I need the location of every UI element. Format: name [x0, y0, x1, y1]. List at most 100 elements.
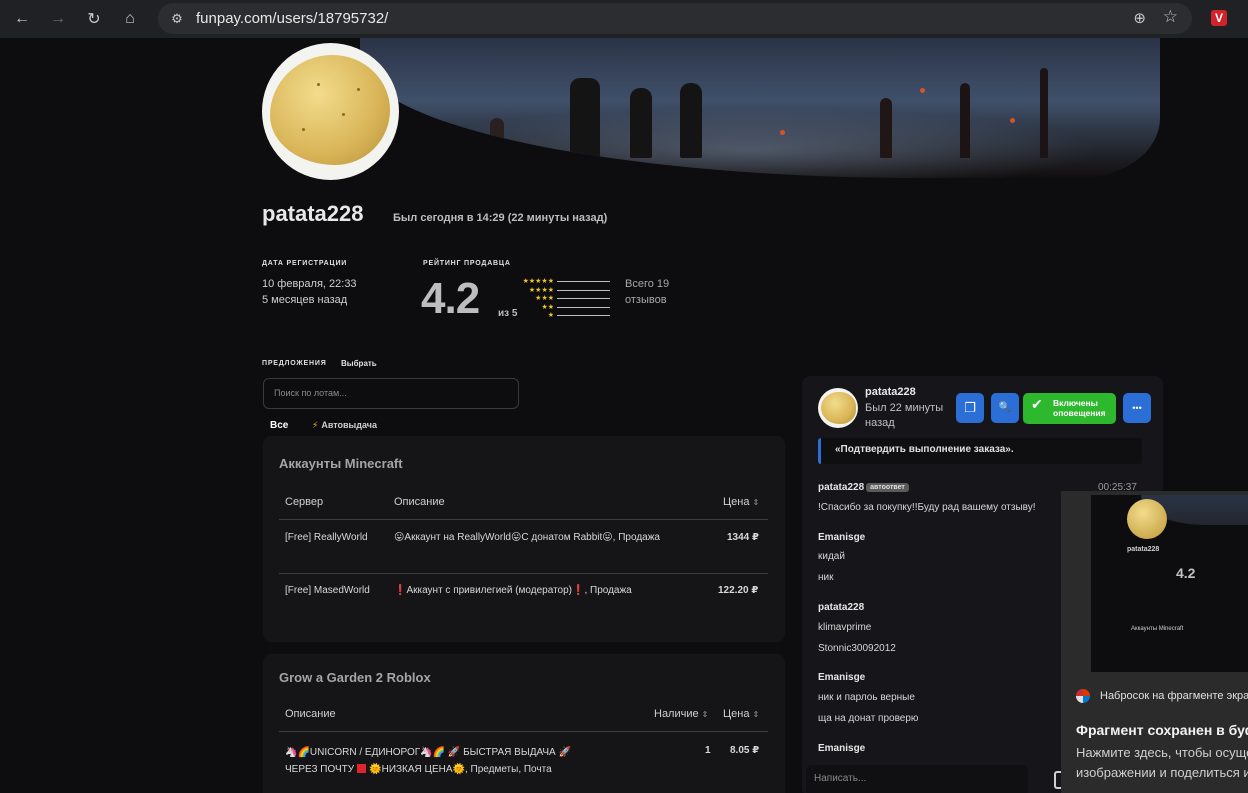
chat-status: Был 22 минуты назад — [865, 402, 944, 429]
rating-bar — [557, 306, 610, 308]
profile-page: patata228 Был сегодня в 14:29 (22 минуты… — [0, 38, 1248, 793]
section-title: Аккаунты Minecraft — [279, 456, 403, 471]
message-text: ник и парлоь верные — [818, 692, 915, 703]
zoom-icon[interactable]: ⊕ — [1133, 9, 1146, 27]
choose-link[interactable]: Выбрать — [341, 359, 377, 368]
sort-icon: ⇕ — [752, 710, 760, 719]
col-stock-header[interactable]: Наличие ⇕ — [654, 708, 708, 720]
copy-button[interactable]: ❐ — [956, 393, 984, 423]
search-icon: 🔍 — [998, 402, 1012, 413]
row-description-line1: 🦄🌈UNICORN / ЕДИНОРОГ🦄🌈 🚀 БЫСТРАЯ ВЫДАЧА … — [285, 747, 571, 758]
search-chat-button[interactable]: 🔍 — [991, 393, 1019, 423]
exclamation-icon: ❗ — [394, 585, 407, 596]
check-icon: ✔ — [1031, 396, 1043, 412]
potato-image — [270, 55, 390, 165]
message-author: patata228 — [818, 602, 865, 613]
rating-stars: ★★★★★ ★★★★ ★★★ ★★ ★ — [506, 278, 554, 321]
notif-line1: Включены — [1053, 398, 1098, 408]
red-square-icon — [357, 764, 367, 773]
reg-date-value: 10 февраля, 22:33 — [262, 278, 357, 290]
toast-body-line1: Нажмите здесь, чтобы осуществить разметк… — [1076, 745, 1248, 760]
more-icon: ••• — [1132, 403, 1142, 413]
address-bar[interactable]: ⚙ funpay.com/users/18795732/ ⊕ ☆ — [158, 3, 1192, 34]
stars-3-icon: ★★★ — [535, 295, 554, 303]
rating-bar — [557, 315, 610, 317]
toast-body-line2: изображении и поделиться им — [1076, 765, 1248, 780]
grow-a-garden-section: Grow a Garden 2 Roblox Описание Наличие ⇕… — [263, 654, 785, 793]
banner-figure — [960, 83, 970, 158]
stars-1-icon: ★ — [547, 312, 554, 320]
last-seen-text: Был сегодня в 14:29 (22 минуты назад) — [393, 212, 608, 224]
row-price: 1344 ₽ — [727, 532, 759, 543]
col-price-header[interactable]: Цена ⇕ — [723, 708, 759, 720]
chat-username[interactable]: patata228 — [865, 386, 916, 398]
row-description-line2: ЧЕРЕЗ ПОЧТУ 🌞НИЗКАЯ ЦЕНА🌞, Предметы, Почт… — [285, 761, 571, 778]
row-description-text: Аккаунт с привилегией (модератор) — [406, 585, 572, 596]
thumb-avatar — [1127, 499, 1167, 539]
row-price: 8.05 ₽ — [730, 745, 760, 756]
reload-icon[interactable]: ↻ — [76, 1, 112, 37]
row-description: ❗Аккаунт с привилегией (модератор)❗, Про… — [394, 585, 632, 596]
banner-ember — [920, 88, 925, 93]
filter-autodelivery-tab[interactable]: ⚡ Автовыдача — [312, 420, 377, 431]
banner-glow — [400, 108, 1100, 178]
chat-message-input[interactable]: Написать... — [806, 765, 1028, 793]
reviews-total: Всего 19 — [625, 278, 670, 290]
autoreply-badge: автоответ — [866, 483, 909, 492]
table-divider — [279, 519, 768, 520]
row-server: [Free] ReallyWorld — [285, 532, 368, 543]
filter-all-tab[interactable]: Все — [270, 420, 288, 431]
message-text: ник — [818, 572, 834, 583]
table-divider — [279, 573, 768, 574]
row-description-line2b: 🌞НИЗКАЯ ЦЕНА🌞, Предметы, Почта — [369, 764, 552, 775]
banner-figure — [680, 83, 702, 158]
message-text: Stonnic30092012 — [818, 643, 896, 654]
home-icon[interactable]: ⌂ — [112, 1, 148, 37]
back-icon[interactable]: ← — [4, 1, 40, 37]
url-text[interactable]: funpay.com/users/18795732/ — [196, 10, 388, 27]
potato-image — [821, 392, 856, 424]
price-header-label: Цена — [723, 708, 750, 720]
site-settings-icon[interactable]: ⚙ — [162, 11, 192, 27]
potato-spot — [302, 128, 305, 131]
exclamation-icon: ❗ — [572, 585, 585, 596]
offers-label: ПРЕДЛОЖЕНИЯ — [262, 360, 327, 367]
lot-search-input[interactable]: Поиск по лотам... — [263, 378, 519, 409]
banner-figure — [1040, 68, 1048, 158]
author-name: patata228 — [818, 482, 865, 493]
more-options-button[interactable]: ••• — [1123, 393, 1151, 423]
message-text: ща на донат проверю — [818, 713, 919, 724]
col-price-header[interactable]: Цена ⇕ — [723, 496, 759, 508]
reviews-count[interactable]: Всего 19 отзывов — [625, 276, 669, 308]
row-price: 122.20 ₽ — [718, 585, 759, 596]
extension-vivaldi-icon[interactable]: V — [1211, 10, 1227, 26]
bookmark-star-icon[interactable]: ☆ — [1163, 7, 1178, 27]
message-author: Emanisge — [818, 743, 866, 754]
profile-avatar — [262, 43, 399, 180]
row-description-tail: , Продажа — [584, 585, 632, 596]
banner-figure — [570, 78, 600, 158]
price-header-label: Цена — [723, 496, 750, 508]
message-author: patata228 автоответ — [818, 482, 909, 493]
profile-banner — [360, 38, 1160, 178]
quoted-message: «Подтвердить выполнение заказа». — [818, 438, 1142, 464]
message-author: Emanisge — [818, 532, 866, 543]
chat-avatar[interactable] — [818, 388, 858, 428]
profile-username: patata228 — [262, 201, 364, 226]
thumb-username: patata228 — [1127, 546, 1160, 553]
toast-body: Нажмите здесь, чтобы осуществить разметк… — [1076, 743, 1248, 783]
row-server: [Free] MasedWorld — [285, 585, 370, 596]
seller-rating-value: 4.2 — [421, 274, 480, 323]
message-text: кидай — [818, 551, 845, 562]
stars-4-icon: ★★★★ — [528, 286, 554, 294]
snip-thumbnail[interactable]: patata228 4.2 Аккаунты Minecraft — [1091, 495, 1248, 672]
rating-bar — [557, 281, 610, 282]
stars-2-icon: ★★ — [541, 303, 554, 311]
rating-bar — [557, 289, 610, 291]
banner-figure — [630, 88, 652, 158]
banner-ember — [780, 130, 785, 135]
snip-notification[interactable]: patata228 4.2 Аккаунты Minecraft Набросо… — [1061, 491, 1248, 793]
reg-date-label: ДАТА РЕГИСТРАЦИИ — [262, 260, 348, 267]
notifications-toggle[interactable]: ✔ Включены оповещения — [1023, 393, 1116, 424]
forward-icon[interactable]: → — [40, 1, 76, 37]
